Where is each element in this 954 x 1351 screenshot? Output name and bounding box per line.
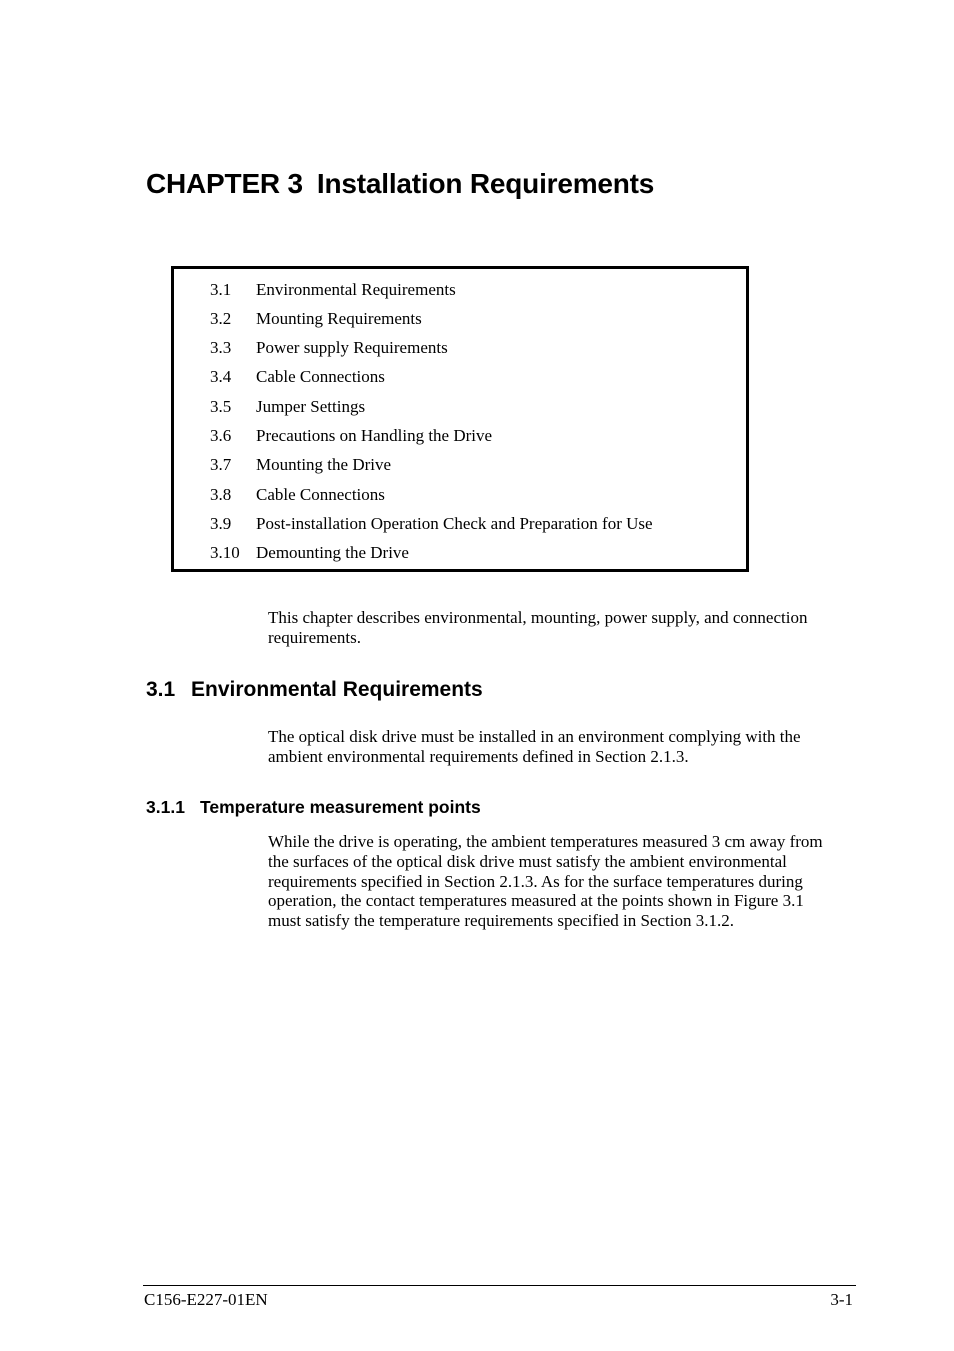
paragraph-line: ambient environmental requirements defin… bbox=[268, 746, 689, 766]
toc-item-number: 3.2 bbox=[210, 309, 232, 328]
paragraph-line: the surfaces of the optical disk drive m… bbox=[268, 851, 787, 871]
footer-page-number: 3-1 bbox=[830, 1290, 853, 1309]
toc-item[interactable]: 3.1 Environmental Requirements bbox=[210, 280, 456, 300]
section-title: Environmental Requirements bbox=[191, 678, 483, 701]
section-3-1-paragraph: The optical disk drive must be installed… bbox=[268, 727, 801, 767]
toc-item-title: Demounting the Drive bbox=[256, 543, 409, 562]
toc-item-number: 3.8 bbox=[210, 485, 232, 504]
section-heading-3-1: 3.1 Environmental Requirements bbox=[146, 678, 483, 702]
toc-item-number: 3.3 bbox=[210, 338, 232, 357]
chapter-name: Installation Requirements bbox=[316, 168, 655, 199]
toc-item-number: 3.1 bbox=[210, 280, 232, 299]
toc-item[interactable]: 3.6 Precautions on Handling the Drive bbox=[210, 426, 492, 446]
section-3-1-1-paragraph: While the drive is operating, the ambien… bbox=[268, 832, 823, 931]
paragraph-line: While the drive is operating, the ambien… bbox=[268, 832, 823, 851]
paragraph-line: requirements. bbox=[268, 627, 361, 647]
toc-item-number: 3.4 bbox=[210, 367, 232, 386]
paragraph-line: requirements specified in Section 2.1.3.… bbox=[268, 871, 803, 891]
intro-paragraph: This chapter describes environmental, mo… bbox=[268, 608, 807, 648]
toc-item[interactable]: 3.9 Post-installation Operation Check and… bbox=[210, 514, 653, 534]
toc-item[interactable]: 3.4 Cable Connections bbox=[210, 367, 385, 387]
chapter-label: CHAPTER 3 bbox=[146, 168, 303, 199]
paragraph-line: This chapter describes environmental, mo… bbox=[268, 608, 808, 627]
toc-item-title: Jumper Settings bbox=[256, 397, 366, 416]
toc-item-title: Power supply Requirements bbox=[256, 338, 448, 357]
toc-item[interactable]: 3.7 Mounting the Drive bbox=[210, 455, 391, 475]
toc-item-title: Precautions on Handling the Drive bbox=[256, 426, 493, 445]
footer-document-id: C156-E227-01EN bbox=[144, 1290, 268, 1309]
paragraph-line: operation, the contact temperatures meas… bbox=[268, 891, 804, 911]
toc-item[interactable]: 3.2 Mounting Requirements bbox=[210, 309, 422, 329]
toc-item-number: 3.5 bbox=[210, 397, 232, 416]
toc-item-title: Post-installation Operation Check and Pr… bbox=[256, 514, 653, 533]
toc-item-number: 3.9 bbox=[210, 514, 232, 533]
paragraph-line: must satisfy the temperature requirement… bbox=[268, 911, 734, 931]
toc-item-title: Environmental Requirements bbox=[256, 280, 456, 299]
toc-item[interactable]: 3.8 Cable Connections bbox=[210, 485, 385, 505]
chapter-contents-box: 3.1 Environmental Requirements 3.2 Mountin… bbox=[171, 266, 749, 572]
section-number: 3.1.1 bbox=[146, 797, 185, 817]
section-heading-3-1-1: 3.1.1 Temperature measurement points bbox=[146, 797, 481, 818]
toc-item-number: 3.6 bbox=[210, 426, 232, 445]
chapter-title: CHAPTER 3 Installation Requirements bbox=[146, 168, 654, 200]
toc-item-title: Cable Connections bbox=[256, 485, 385, 504]
toc-item-number: 3.10 bbox=[210, 543, 240, 562]
section-number: 3.1 bbox=[146, 678, 176, 701]
section-title: Temperature measurement points bbox=[200, 797, 481, 817]
toc-item-title: Mounting Requirements bbox=[256, 309, 422, 328]
toc-item-number: 3.7 bbox=[210, 455, 232, 474]
toc-item-title: Cable Connections bbox=[256, 367, 385, 386]
paragraph-line: The optical disk drive must be installed… bbox=[268, 727, 801, 746]
toc-item-title: Mounting the Drive bbox=[256, 455, 392, 474]
toc-item[interactable]: 3.5 Jumper Settings bbox=[210, 397, 365, 417]
toc-item[interactable]: 3.3 Power supply Requirements bbox=[210, 338, 448, 358]
toc-item[interactable]: 3.10 Demounting the Drive bbox=[210, 543, 409, 563]
footer-divider bbox=[143, 1285, 856, 1286]
